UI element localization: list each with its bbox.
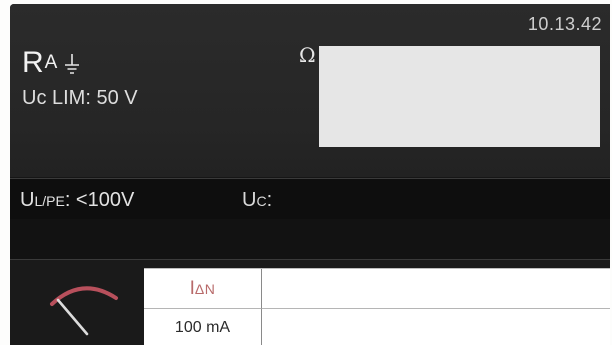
ulpe-value: : <100V [64,189,135,211]
result-display [319,46,600,147]
measurement-panel: 10.13.42 RA Uc LIM: 50 V Ω [10,4,610,177]
result-unit: Ω [299,43,316,67]
parameter-cell-empty[interactable] [262,269,610,309]
function-subscript: A [44,52,58,73]
ulpe-subscript: L/PE [34,193,65,209]
function-title: RA [22,48,81,78]
function-main-letter: R [22,46,44,79]
uc-suffix: : [266,189,273,211]
contact-voltage-readout: UC: [242,189,272,212]
uc-symbol: U [242,189,257,211]
ulpe-symbol: U [20,189,35,211]
test-current-label: I ΔN [144,269,262,309]
voltage-info-bar: U L/PE: <100V UC: [10,178,610,220]
test-current-subscript: ΔN [194,280,216,297]
meter-needle-icon [32,266,132,338]
parameter-panel: I ΔN 100 mA [10,260,610,345]
parameter-cell-empty[interactable] [262,309,610,345]
contact-voltage-limit: Uc LIM: 50 V [22,87,138,109]
message-bar [10,219,610,260]
clock-readout: 10.13.42 [527,14,602,34]
instrument-screen: 10.13.42 RA Uc LIM: 50 V Ω U L/PE: <100V … [10,4,610,345]
earth-ground-icon [63,52,81,76]
uc-subscript: C [256,193,267,209]
parameter-table[interactable]: I ΔN 100 mA [144,268,610,345]
test-current-value[interactable]: 100 mA [144,309,262,345]
line-pe-voltage: U L/PE: <100V [20,189,134,212]
